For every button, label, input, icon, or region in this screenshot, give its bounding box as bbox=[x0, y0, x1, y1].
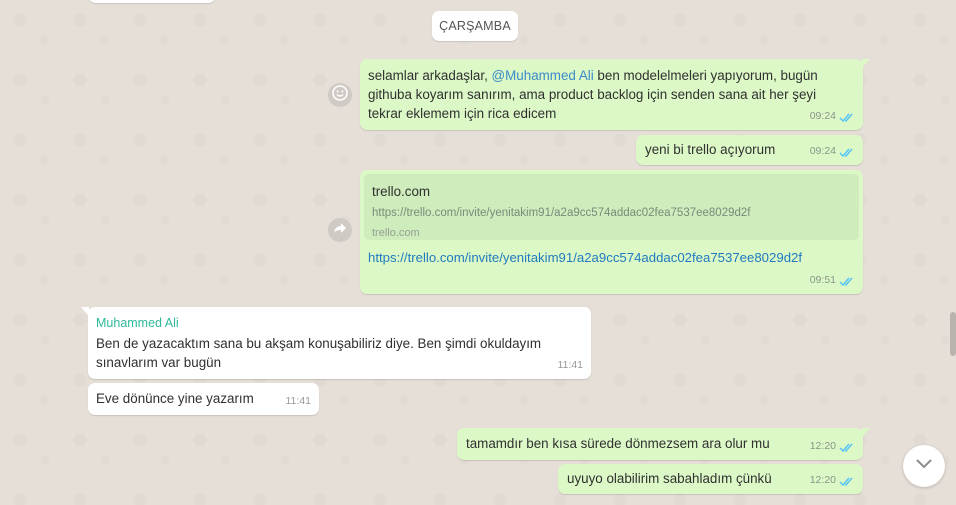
message-meta: 12:20 bbox=[810, 437, 855, 456]
emoji-reaction-button[interactable] bbox=[328, 83, 352, 107]
message-meta: 12:20 bbox=[810, 471, 855, 490]
message-text: uyuyo olabilirim sabahladım çünkü bbox=[567, 471, 772, 486]
link-preview-domain: trello.com bbox=[372, 227, 420, 239]
scroll-to-bottom-button[interactable] bbox=[903, 445, 945, 487]
forward-icon bbox=[333, 221, 347, 240]
message-text-segment: selamlar arkadaşlar, bbox=[368, 68, 492, 83]
message-bubble-outgoing[interactable]: uyuyo olabilirim sabahladım çünkü 12:20 bbox=[558, 464, 863, 494]
message-meta: 09:51 bbox=[810, 271, 855, 290]
message-text: Ben de yazacaktım sana bu akşam konuşabi… bbox=[96, 334, 541, 372]
chevron-down-icon bbox=[915, 457, 933, 475]
forward-button[interactable] bbox=[328, 218, 352, 242]
message-text: yeni bi trello açıyorum bbox=[645, 142, 776, 157]
previous-message-edge bbox=[88, 0, 216, 3]
message-time: 11:41 bbox=[285, 395, 312, 407]
message-time: 11:41 bbox=[557, 359, 584, 371]
link-preview-url: https://trello.com/invite/yenitakim91/a2… bbox=[372, 207, 751, 219]
double-check-icon bbox=[839, 275, 855, 287]
double-check-icon bbox=[839, 475, 855, 487]
message-bubble-outgoing[interactable]: trello.com https://trello.com/invite/yen… bbox=[360, 170, 863, 294]
link-preview-title: trello.com bbox=[372, 184, 431, 199]
message-text: selamlar arkadaşlar, @Muhammed Ali ben m… bbox=[368, 66, 818, 123]
message-bubble-outgoing[interactable]: selamlar arkadaşlar, @Muhammed Ali ben m… bbox=[360, 59, 870, 130]
message-meta: 09:24 bbox=[810, 142, 855, 161]
message-text-line: githuba koyarım sanırım, ama product bac… bbox=[368, 87, 817, 102]
message-time: 09:24 bbox=[809, 110, 836, 122]
message-meta: 11:41 bbox=[286, 392, 312, 411]
link-preview-card[interactable]: trello.com https://trello.com/invite/yen… bbox=[364, 174, 859, 240]
message-link[interactable]: https://trello.com/invite/yenitakim91/a2… bbox=[368, 248, 802, 267]
message-text-line: tekrar eklemem için rica edicem bbox=[368, 106, 557, 121]
double-check-icon bbox=[839, 441, 855, 453]
message-bubble-outgoing[interactable]: tamamdır ben kısa sürede dönmezsem ara o… bbox=[457, 428, 870, 460]
message-text: tamamdır ben kısa sürede dönmezsem ara o… bbox=[466, 436, 770, 451]
message-bubble-incoming[interactable]: Muhammed Ali Ben de yazacaktım sana bu a… bbox=[81, 307, 591, 379]
double-check-icon bbox=[839, 111, 855, 123]
message-meta: 11:41 bbox=[558, 356, 584, 375]
message-time: 12:20 bbox=[809, 440, 836, 452]
double-check-icon bbox=[839, 146, 855, 158]
message-meta: 09:24 bbox=[810, 107, 855, 126]
date-separator: ÇARŞAMBA bbox=[432, 11, 518, 41]
smiley-icon bbox=[332, 84, 348, 106]
message-bubble-incoming[interactable]: Eve dönünce yine yazarım 11:41 bbox=[88, 383, 319, 415]
message-time: 12:20 bbox=[809, 474, 836, 486]
message-text-segment: ben modelelmeleri yapıyorum, bugün bbox=[593, 68, 818, 83]
message-bubble-outgoing[interactable]: yeni bi trello açıyorum 09:24 bbox=[636, 135, 863, 165]
message-text-line: sınavlarım var bugün bbox=[96, 355, 222, 370]
message-text: Eve dönünce yine yazarım bbox=[96, 391, 254, 406]
message-text-line: Ben de yazacaktım sana bu akşam konuşabi… bbox=[96, 336, 542, 351]
mention-link[interactable]: @Muhammed Ali bbox=[492, 68, 594, 83]
message-time: 09:51 bbox=[809, 274, 836, 286]
scrollbar-thumb[interactable] bbox=[950, 312, 956, 356]
sender-name[interactable]: Muhammed Ali bbox=[96, 314, 179, 333]
message-time: 09:24 bbox=[809, 145, 836, 157]
